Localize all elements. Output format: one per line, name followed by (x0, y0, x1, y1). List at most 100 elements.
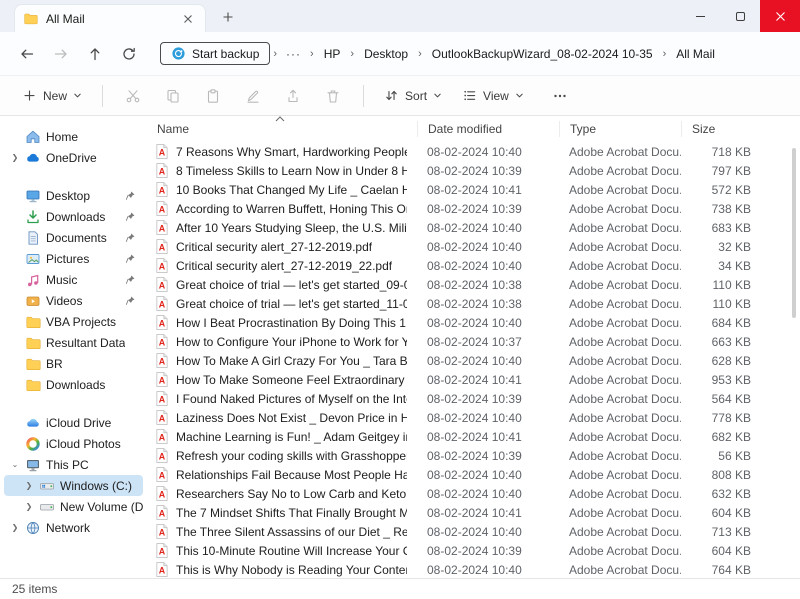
breadcrumb-item-backup-folder[interactable]: OutlookBackupWizard_08-02-2024 10-35 (425, 44, 660, 64)
table-row[interactable]: A Machine Learning is Fun! _ Adam Geitge… (147, 427, 800, 446)
chevron-down-icon (73, 91, 82, 100)
new-button-label: New (43, 89, 67, 103)
breadcrumb-item-hp[interactable]: HP (317, 44, 348, 64)
sidebar-item-icloud-photos[interactable]: iCloud Photos (4, 433, 143, 454)
table-row[interactable]: A The Three Silent Assassins of our Diet… (147, 522, 800, 541)
file-name: Great choice of trial — let's get starte… (176, 297, 407, 311)
sort-icon (384, 88, 399, 103)
table-row[interactable]: A This 10-Minute Routine Will Increase Y… (147, 541, 800, 560)
table-row[interactable]: A Great choice of trial — let's get star… (147, 294, 800, 313)
refresh-icon[interactable] (112, 38, 146, 70)
table-row[interactable]: A After 10 Years Studying Sleep, the U.S… (147, 218, 800, 237)
table-row[interactable]: A How to Configure Your iPhone to Work f… (147, 332, 800, 351)
sidebar-item-this-pc[interactable]: ⌄ This PC (4, 454, 143, 475)
file-size: 32 KB (681, 240, 761, 254)
table-row[interactable]: A Critical security alert_27-12-2019.pdf… (147, 237, 800, 256)
table-row[interactable]: A 8 Timeless Skills to Learn Now in Unde… (147, 161, 800, 180)
scrollbar-thumb[interactable] (792, 148, 796, 318)
file-size: 684 KB (681, 316, 761, 330)
table-row[interactable]: A Refresh your coding skills with Grassh… (147, 446, 800, 465)
file-size: 110 KB (681, 278, 761, 292)
sidebar-item-documents[interactable]: Documents (4, 227, 143, 248)
sidebar-item-downloads[interactable]: Downloads (4, 206, 143, 227)
file-date-modified: 08-02-2024 10:41 (417, 183, 559, 197)
more-options-icon[interactable] (542, 80, 578, 112)
breadcrumb-item-desktop[interactable]: Desktop (357, 44, 415, 64)
start-backup-button[interactable]: Start backup (160, 42, 270, 65)
sidebar-item-windows-c[interactable]: ❯ Windows (C:) (4, 475, 143, 496)
view-button[interactable]: View (454, 82, 532, 109)
sidebar-item-pictures[interactable]: Pictures (4, 248, 143, 269)
file-name: The 7 Mindset Shifts That Finally Brough… (176, 506, 407, 520)
table-row[interactable]: A Great choice of trial — let's get star… (147, 275, 800, 294)
cut-icon[interactable] (115, 80, 151, 112)
pdf-file-icon: A (155, 372, 170, 387)
file-name: 7 Reasons Why Smart, Hardworking People … (176, 145, 407, 159)
minimize-button[interactable] (680, 0, 720, 32)
table-row[interactable]: A 7 Reasons Why Smart, Hardworking Peopl… (147, 142, 800, 161)
column-header-type[interactable]: Type (559, 121, 681, 137)
new-tab-button[interactable] (216, 5, 240, 29)
column-header-name[interactable]: Name (147, 121, 417, 137)
delete-icon[interactable] (315, 80, 351, 112)
up-icon[interactable] (78, 38, 112, 70)
sidebar-item-vba-projects[interactable]: VBA Projects (4, 311, 143, 332)
sidebar-item-br[interactable]: BR (4, 353, 143, 374)
sidebar-item-label: BR (46, 357, 63, 371)
table-row[interactable]: A 10 Books That Changed My Life _ Caelan… (147, 180, 800, 199)
table-row[interactable]: A How I Beat Procrastination By Doing Th… (147, 313, 800, 332)
table-row[interactable]: A Researchers Say No to Low Carb and Ket… (147, 484, 800, 503)
sidebar-item-onedrive[interactable]: ❯ OneDrive (4, 147, 143, 168)
sidebar-item-resultant-data[interactable]: Resultant Data (4, 332, 143, 353)
icloud-drive-icon (25, 415, 41, 431)
sort-button[interactable]: Sort (376, 82, 450, 109)
sidebar-item-music[interactable]: Music (4, 269, 143, 290)
copy-icon[interactable] (155, 80, 191, 112)
svg-text:A: A (159, 509, 166, 519)
sidebar-item-desktop[interactable]: Desktop (4, 185, 143, 206)
column-header-date-modified[interactable]: Date modified (417, 121, 559, 137)
sidebar-item-new-volume-d[interactable]: ❯ New Volume (D:) (4, 496, 143, 517)
close-button[interactable] (760, 0, 800, 32)
sidebar-item-icloud-drive[interactable]: iCloud Drive (4, 412, 143, 433)
pdf-file-icon: A (155, 277, 170, 292)
sidebar-item-downloads-folder[interactable]: Downloads (4, 374, 143, 395)
chevron-right-icon: ❯ (24, 502, 34, 511)
sidebar-item-home[interactable]: Home (4, 126, 143, 147)
file-date-modified: 08-02-2024 10:40 (417, 468, 559, 482)
table-row[interactable]: A Relationships Fail Because Most People… (147, 465, 800, 484)
table-row[interactable]: A How To Make A Girl Crazy For You _ Tar… (147, 351, 800, 370)
breadcrumb-item-all-mail[interactable]: All Mail (669, 44, 722, 64)
forward-icon[interactable] (44, 38, 78, 70)
sidebar-item-label: Downloads (46, 210, 105, 224)
breadcrumb-overflow-button[interactable]: ··· (280, 44, 307, 64)
share-icon[interactable] (275, 80, 311, 112)
table-row[interactable]: A Critical security alert_27-12-2019_22.… (147, 256, 800, 275)
tab-close-icon[interactable] (179, 10, 197, 28)
back-icon[interactable] (10, 38, 44, 70)
maximize-button[interactable] (720, 0, 760, 32)
table-row[interactable]: A This is Why Nobody is Reading Your Con… (147, 560, 800, 578)
sidebar-item-network[interactable]: ❯ Network (4, 517, 143, 538)
table-row[interactable]: A How To Make Someone Feel Extraordinary… (147, 370, 800, 389)
plus-icon (22, 88, 37, 103)
column-headers: Name Date modified Type Size (147, 116, 800, 142)
new-button[interactable]: New (14, 82, 90, 109)
sidebar-item-videos[interactable]: Videos (4, 290, 143, 311)
rename-icon[interactable] (235, 80, 271, 112)
table-row[interactable]: A I Found Naked Pictures of Myself on th… (147, 389, 800, 408)
table-row[interactable]: A Laziness Does Not Exist _ Devon Price … (147, 408, 800, 427)
table-row[interactable]: A According to Warren Buffett, Honing Th… (147, 199, 800, 218)
explorer-tab[interactable]: All Mail (14, 4, 206, 32)
paste-icon[interactable] (195, 80, 231, 112)
chevron-down-icon: ⌄ (10, 460, 20, 469)
table-row[interactable]: A The 7 Mindset Shifts That Finally Brou… (147, 503, 800, 522)
vertical-scrollbar[interactable] (790, 144, 798, 574)
column-header-size[interactable]: Size (681, 121, 761, 137)
sidebar-item-label: VBA Projects (46, 315, 116, 329)
file-date-modified: 08-02-2024 10:39 (417, 544, 559, 558)
file-size: 604 KB (681, 506, 761, 520)
svg-text:A: A (159, 281, 166, 291)
file-size: 663 KB (681, 335, 761, 349)
sidebar-item-label: Videos (46, 294, 82, 308)
